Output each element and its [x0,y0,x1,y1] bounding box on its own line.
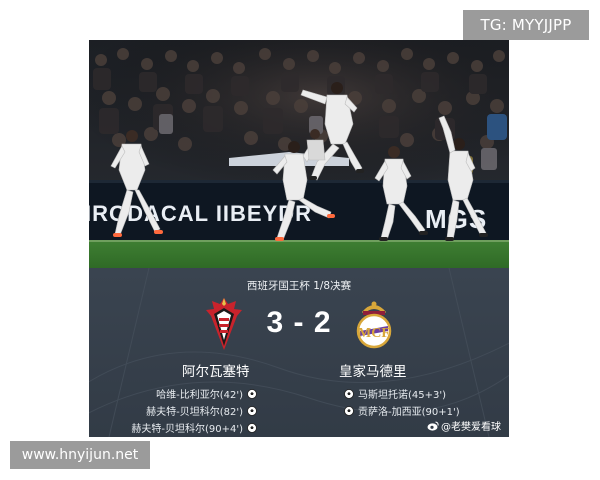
source-credit: @老樊爱看球 [427,418,501,433]
football-icon [247,422,257,433]
svg-text:MCF: MCF [358,326,390,341]
credit-text: @老樊爱看球 [441,422,501,433]
scorer-text: 赫夫特-贝坦科尔(82') [146,407,243,418]
real-madrid-crest-icon: MCF [352,298,396,350]
celebration-photo: IRODACAL IIBEYDR MGS [89,40,509,268]
match-result-card: IRODACAL IIBEYDR MGS [89,40,509,437]
away-scorer-item: 贡萨洛-加西亚(90+1') [340,402,460,419]
home-scorer-item: 赫夫特-贝坦科尔(90+4') [131,419,261,436]
home-team-name: 阿尔瓦塞特 [182,364,250,380]
albacete-crest-icon [203,296,245,352]
scoreboard: 西班牙国王杯 1/8决赛 3 - 2 MCF 阿尔瓦塞特 皇家马德里 哈维-比利… [89,268,509,437]
scorer-text: 哈维-比利亚尔(42') [156,390,243,401]
scorer-text: 赫夫特-贝坦科尔(90+4') [131,424,243,435]
competition-label: 西班牙国王杯 1/8决赛 [246,280,352,292]
weibo-icon [427,421,439,431]
away-team-name: 皇家马德里 [339,364,407,380]
away-scorers-list: 马斯坦托诺(45+3') 贡萨洛-加西亚(90+1') [340,385,460,419]
watermark-bottom: www.hnyijun.net [10,441,150,469]
home-scorer-item: 哈维-比利亚尔(42') [131,385,261,402]
home-scorers-list: 哈维-比利亚尔(42') 赫夫特-贝坦科尔(82') 赫夫特-贝坦科尔(90+4… [131,385,261,436]
page: IRODACAL IIBEYDR MGS [0,0,600,480]
scorer-text: 贡萨洛-加西亚(90+1') [358,407,460,418]
scorer-text: 马斯坦托诺(45+3') [358,390,447,401]
football-icon [344,388,354,399]
home-scorer-item: 赫夫特-贝坦科尔(82') [131,402,261,419]
celebration-photo-art: IRODACAL IIBEYDR MGS [89,40,509,268]
football-icon [247,388,257,399]
football-icon [247,405,257,416]
watermark-top: TG: MYYJJPP [463,10,589,40]
football-icon [344,405,354,416]
score: 3 - 2 [266,306,332,339]
away-scorer-item: 马斯坦托诺(45+3') [340,385,460,402]
